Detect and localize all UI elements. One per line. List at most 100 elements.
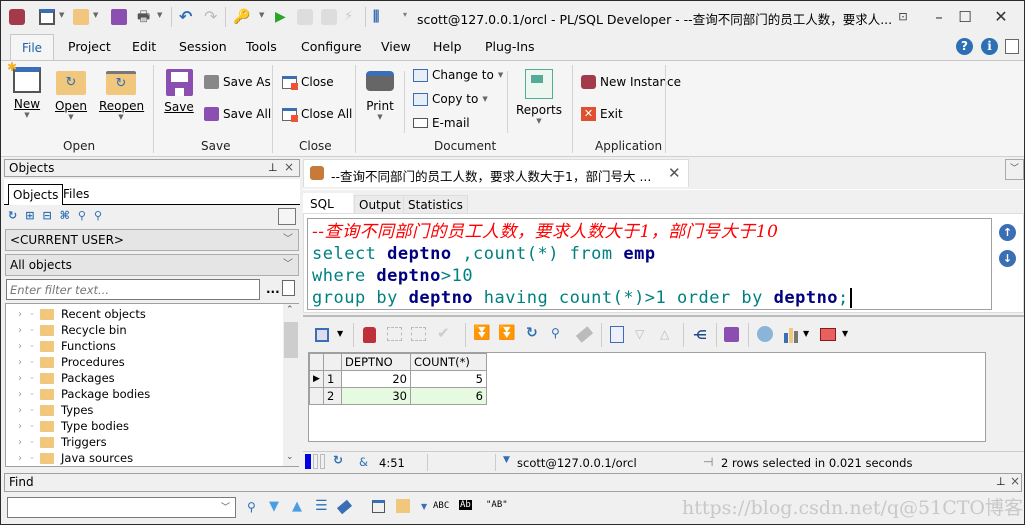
tree-item[interactable]: › ·· Recent objects [18, 306, 146, 322]
save-icon[interactable] [111, 9, 127, 25]
regex-toggle[interactable]: "AB" [486, 500, 508, 510]
info-icon[interactable]: i [981, 38, 998, 55]
sort-icon[interactable]: △ [660, 327, 669, 341]
tab-list-dropdown[interactable]: ﹀ [1005, 159, 1024, 180]
save-all-button[interactable]: Save All [204, 107, 271, 121]
email-button[interactable]: E-mail [413, 116, 470, 130]
open-dropdown-icon[interactable]: ▼ [93, 11, 98, 19]
pin-icon[interactable]: ⊥ [268, 160, 278, 176]
tab-sql[interactable]: SQL [303, 193, 353, 214]
lock-icon[interactable] [363, 327, 376, 343]
undo-icon[interactable]: ↶ [179, 9, 195, 25]
clear-icon[interactable] [575, 326, 594, 343]
redo-icon[interactable]: ↷ [204, 9, 220, 25]
copy-to-button[interactable]: Copy to ▼ [413, 92, 488, 106]
tree-item[interactable]: › ·· Packages [18, 370, 115, 386]
find-input[interactable]: ﹀ [7, 497, 236, 518]
auto-refresh-icon[interactable]: ↻ [333, 453, 343, 467]
app-database-icon[interactable] [9, 9, 25, 25]
post-changes-icon[interactable]: ✔ [437, 324, 450, 342]
help-icon[interactable]: ? [956, 38, 973, 55]
cell-deptno[interactable]: 20 [341, 370, 411, 388]
insert-record-icon[interactable] [387, 327, 402, 341]
select-grid-icon[interactable] [315, 328, 329, 342]
column-header-deptno[interactable]: DEPTNO [341, 353, 411, 371]
print-icon[interactable]: 🖶 [137, 9, 153, 25]
export-save-icon[interactable] [724, 327, 739, 342]
sql-editor[interactable]: --查询不同部门的员工人数，要求人数大于1，部门号大于10 select dep… [307, 218, 992, 310]
reopen-button[interactable]: ↻ Reopen ▼ [99, 67, 144, 121]
scroll-down-icon[interactable]: ⌄ [286, 452, 294, 462]
find-all-list-icon[interactable]: ☰ [315, 498, 328, 514]
save-button[interactable]: Save [161, 69, 197, 114]
object-type-combo[interactable]: All objects ﹀ [5, 254, 299, 276]
collapse-icon[interactable]: ⊟ [42, 209, 51, 222]
find-icon[interactable]: ⚲ [551, 326, 560, 340]
chevron-down-icon[interactable]: ﹀ [221, 500, 230, 513]
next-page-icon[interactable]: ⏬ [473, 325, 490, 341]
previous-statement-icon[interactable]: ↑ [999, 224, 1016, 241]
close-window-button[interactable]: ✕ [981, 5, 1021, 29]
tree-item[interactable]: › ·· Procedures [18, 354, 125, 370]
restore-ribbon-button[interactable]: ⊡ [883, 5, 923, 29]
refresh-icon[interactable]: ↻ [8, 209, 17, 222]
open-button[interactable]: ↻ Open ▼ [53, 67, 89, 121]
tree-item[interactable]: › ·· Functions [18, 338, 116, 354]
filter-folder-icon[interactable]: ⚲ [94, 209, 102, 222]
last-page-icon[interactable]: ⏬ [498, 325, 515, 341]
new-instance-button[interactable]: New Instance [581, 75, 681, 89]
match-case-toggle[interactable]: ABC [433, 501, 449, 511]
chart-dropdown-icon[interactable]: ▼ [803, 329, 809, 338]
user-combo[interactable]: <CURRENT USER> ﹀ [5, 229, 299, 251]
query-by-example-icon[interactable]: ▽ [635, 327, 644, 341]
maximize-button[interactable]: ☐ [945, 5, 985, 29]
print-dropdown-icon[interactable]: ▼ [157, 11, 162, 19]
import-data-icon[interactable] [757, 326, 773, 342]
table-row[interactable]: 2 30 6 [309, 387, 487, 405]
tab-statistics[interactable]: Statistics [403, 195, 468, 214]
find-binoculars-icon[interactable]: ⌘ [60, 209, 70, 222]
find-in-window-icon[interactable] [372, 500, 385, 513]
connection-dropdown-icon[interactable]: ▾ [403, 10, 407, 19]
open-folder-icon[interactable] [73, 9, 89, 25]
register-icon[interactable] [1005, 39, 1019, 54]
key-icon[interactable]: 🔑 [233, 9, 250, 25]
close-button[interactable]: Close [282, 75, 334, 90]
tab-files[interactable]: Files [63, 187, 89, 201]
exit-button[interactable]: ✕ Exit [581, 107, 623, 121]
tree-item[interactable]: › ·· Package bodies [18, 386, 150, 402]
table-row[interactable]: ▶ 1 20 5 [309, 370, 487, 388]
commit-icon[interactable] [297, 9, 313, 25]
new-dropdown-icon[interactable]: ▼ [59, 11, 64, 19]
pin-icon[interactable]: ⊥ [996, 474, 1006, 490]
tree-item[interactable]: › ·· Recycle bin [18, 322, 127, 338]
sql-code[interactable]: --查询不同部门的员工人数，要求人数大于1，部门号大于10 select dep… [308, 219, 991, 311]
find-previous-icon[interactable]: ▲ [292, 499, 302, 514]
objects-option-checkbox[interactable] [278, 208, 296, 225]
new-filter-icon[interactable] [282, 280, 295, 296]
tree-scrollbar[interactable]: ⌃ ⌄ [283, 304, 299, 466]
chart-icon[interactable] [784, 327, 799, 343]
menu-edit[interactable]: Edit [132, 39, 156, 54]
cell-deptno[interactable]: 30 [341, 387, 411, 405]
new-icon[interactable] [39, 9, 55, 25]
grid-export-dropdown-icon[interactable]: ▼ [842, 329, 848, 338]
break-icon[interactable]: ⚡ [344, 9, 360, 25]
refresh-icon[interactable]: ↻ [526, 325, 538, 341]
menu-help[interactable]: Help [433, 39, 462, 54]
document-tab[interactable]: --查询不同部门的员工人数，要求人数大于1，部门号大 ... ✕ [303, 159, 689, 187]
cell-count[interactable]: 6 [410, 387, 487, 405]
tab-objects[interactable]: Objects [8, 184, 64, 205]
close-all-button[interactable]: Close All [282, 107, 352, 122]
next-statement-icon[interactable]: ↓ [999, 250, 1016, 267]
change-to-button[interactable]: Change to ▼ [413, 68, 503, 82]
cell-count[interactable]: 5 [410, 370, 487, 388]
filter-icon[interactable]: ⚲ [78, 209, 86, 222]
menu-plug-ins[interactable]: Plug-Ins [485, 39, 535, 54]
tree-item[interactable]: › ·· Types [18, 402, 93, 418]
column-header-count[interactable]: COUNT(*) [410, 353, 487, 371]
new-button[interactable]: ✱ New ▼ [7, 60, 45, 119]
close-panel-icon[interactable]: × [1010, 473, 1020, 489]
key-dropdown-icon[interactable]: ▼ [259, 11, 264, 19]
status-connection[interactable]: scott@127.0.0.1/orcl [517, 456, 637, 470]
